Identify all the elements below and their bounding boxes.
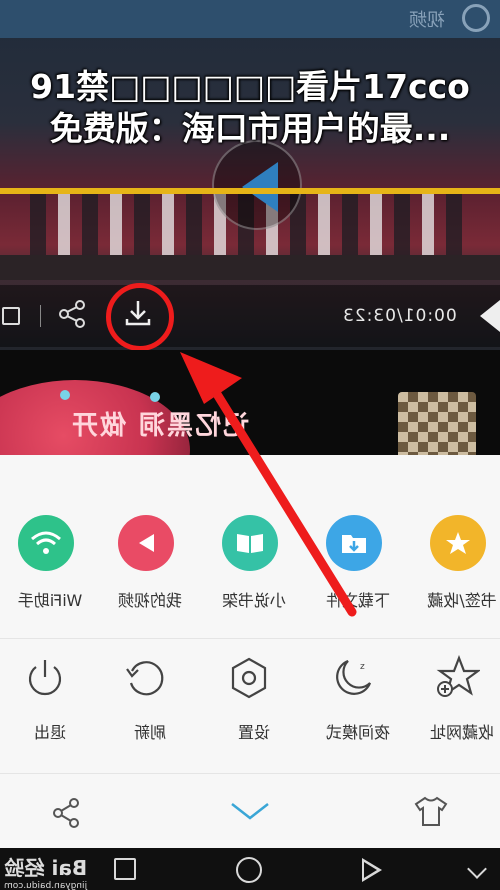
- share-icon[interactable]: [58, 299, 88, 329]
- menu-item-bookmarks[interactable]: 书签/收藏: [412, 515, 500, 625]
- wifi-icon: [18, 515, 74, 571]
- menu-label: 刷新: [134, 723, 167, 742]
- menu-item-night-mode[interactable]: z 夜间模式: [308, 655, 408, 765]
- star-icon: [430, 515, 486, 571]
- shirt-icon[interactable]: [414, 795, 448, 827]
- menu-item-my-video[interactable]: 我的视频: [100, 515, 200, 625]
- headline: 91禁□□□□□□看片17cco 免费版：海口市用户的最...: [0, 66, 500, 150]
- refresh-icon[interactable]: [462, 4, 490, 32]
- play-left-icon: [118, 515, 174, 571]
- menu-item-settings[interactable]: 设置: [204, 655, 304, 765]
- menu-label: 我的视频: [118, 591, 183, 610]
- hide-nav-icon[interactable]: [467, 859, 487, 879]
- back-icon-inner: [364, 862, 377, 878]
- menu-label: 小说书架: [222, 591, 287, 610]
- menu-item-refresh[interactable]: 刷新: [100, 655, 200, 765]
- share-icon[interactable]: [50, 797, 82, 829]
- sheet-bottom-bar: [0, 775, 500, 848]
- play-button[interactable]: [212, 140, 302, 230]
- menu-item-bookshelf[interactable]: 小说书架: [204, 515, 304, 625]
- download-folder-icon: [326, 515, 382, 571]
- video-frame-floor: [0, 255, 500, 280]
- star-add-icon: [436, 655, 480, 697]
- divider: [40, 305, 41, 327]
- menu-label: 收藏网址: [430, 723, 495, 742]
- menu-label: WiFi助手: [17, 591, 83, 610]
- book-icon: [222, 515, 278, 571]
- video-time: 00:01/03:23: [342, 306, 457, 326]
- overlay-text: 记忆黑洞 做开: [70, 411, 250, 441]
- headline-underline: [0, 188, 500, 194]
- menu-label: 下载文件: [326, 591, 391, 610]
- watermark: Bai 经验 jingyan.baidu.com: [4, 852, 87, 890]
- gear-icon: [231, 657, 267, 699]
- header-title: 视频: [409, 10, 445, 31]
- chevron-down-icon[interactable]: [230, 801, 270, 821]
- svg-text:z: z: [360, 662, 365, 672]
- moon-icon: z: [336, 659, 372, 695]
- divider: [0, 773, 500, 774]
- menu-item-wifi[interactable]: WiFi助手: [0, 515, 100, 625]
- refresh-icon: [126, 661, 164, 696]
- menu-label: 退出: [34, 723, 67, 742]
- video-player[interactable]: 视频 91禁□□□□□□看片17cco 免费版：海口市用户的最... 00:01…: [0, 0, 500, 350]
- headline-line-2: 免费版：海口市用户的最...: [49, 109, 451, 148]
- watermark-sub: jingyan.baidu.com: [4, 881, 88, 890]
- menu-label: 书签/收藏: [427, 591, 497, 610]
- back-arrow-icon[interactable]: [480, 300, 500, 332]
- menu-item-exit[interactable]: 退出: [0, 655, 100, 765]
- watermark-main: Bai 经验: [4, 856, 88, 880]
- recent-apps-icon[interactable]: [114, 858, 136, 880]
- fullscreen-icon[interactable]: [2, 307, 20, 325]
- home-icon[interactable]: [236, 857, 262, 883]
- menu-item-downloads[interactable]: 下载文件: [308, 515, 408, 625]
- menu-row-2: 退出 刷新 设置 z 夜间模式 收藏网址: [0, 655, 500, 765]
- planet-dot: [150, 392, 160, 402]
- menu-label: 设置: [238, 723, 271, 742]
- planet-dot: [60, 390, 70, 400]
- menu-row-1: WiFi助手 我的视频 小说书架 下载文件 书签/收藏: [0, 515, 500, 625]
- play-icon: [242, 162, 278, 212]
- headline-line-1: 91禁□□□□□□看片17cco: [30, 67, 470, 106]
- annotation-circle: [106, 283, 174, 351]
- divider: [0, 638, 500, 639]
- top-header: 视频: [0, 0, 500, 38]
- menu-item-save-url[interactable]: 收藏网址: [412, 655, 500, 765]
- menu-label: 夜间模式: [326, 723, 391, 742]
- power-icon: [28, 660, 62, 696]
- menu-sheet: WiFi助手 我的视频 小说书架 下载文件 书签/收藏 退出 刷新 设置 z 夜…: [0, 455, 500, 848]
